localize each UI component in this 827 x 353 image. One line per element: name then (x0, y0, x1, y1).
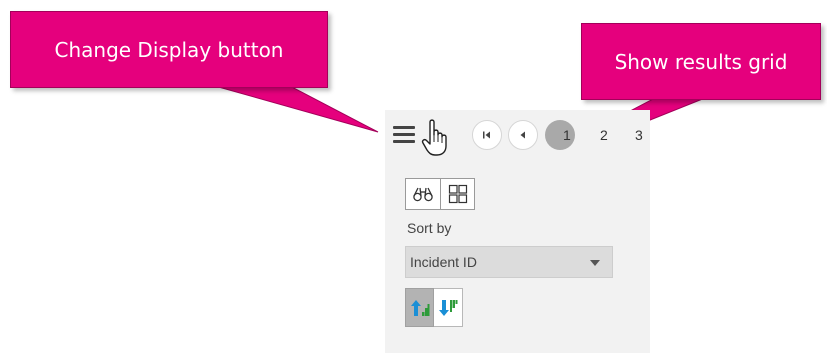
hamburger-icon-bar (393, 126, 415, 129)
grid-icon (448, 184, 467, 204)
hand-pointer-icon (421, 119, 447, 156)
sort-by-selected-value: Incident ID (410, 254, 477, 270)
view-toggle-group (405, 178, 475, 210)
change-display-button[interactable] (393, 126, 415, 144)
results-panel: 1 2 3 Sort by Incident ID (385, 110, 650, 353)
sort-by-label: Sort by (407, 220, 452, 236)
hamburger-icon-bar (393, 133, 415, 136)
first-page-button[interactable] (472, 120, 502, 150)
callout-show-results-grid-text: Show results grid (614, 49, 788, 74)
callout-change-display: Change Display button (10, 11, 328, 88)
callout-change-display-text: Change Display button (54, 37, 284, 62)
sort-by-select[interactable]: Incident ID (405, 246, 613, 278)
page-3-link[interactable]: 3 (635, 127, 643, 143)
page-2-link[interactable]: 2 (600, 127, 608, 143)
pager-toolbar: 1 2 3 (385, 110, 650, 158)
hamburger-icon-bar (393, 140, 415, 143)
chevron-down-icon (590, 260, 600, 266)
sort-ascending-icon (410, 299, 429, 316)
binoculars-icon (413, 187, 433, 202)
sort-descending-button[interactable] (434, 288, 463, 327)
sort-direction-group (405, 288, 463, 327)
sort-descending-icon (439, 299, 458, 316)
sort-ascending-button[interactable] (405, 288, 434, 327)
previous-page-icon (520, 131, 525, 139)
previous-page-button[interactable] (508, 120, 538, 150)
callout-show-results-grid: Show results grid (581, 23, 821, 100)
first-page-icon (483, 131, 490, 139)
binoculars-view-button[interactable] (405, 178, 441, 210)
grid-view-button[interactable] (441, 178, 475, 210)
page-1-link[interactable]: 1 (563, 127, 571, 143)
